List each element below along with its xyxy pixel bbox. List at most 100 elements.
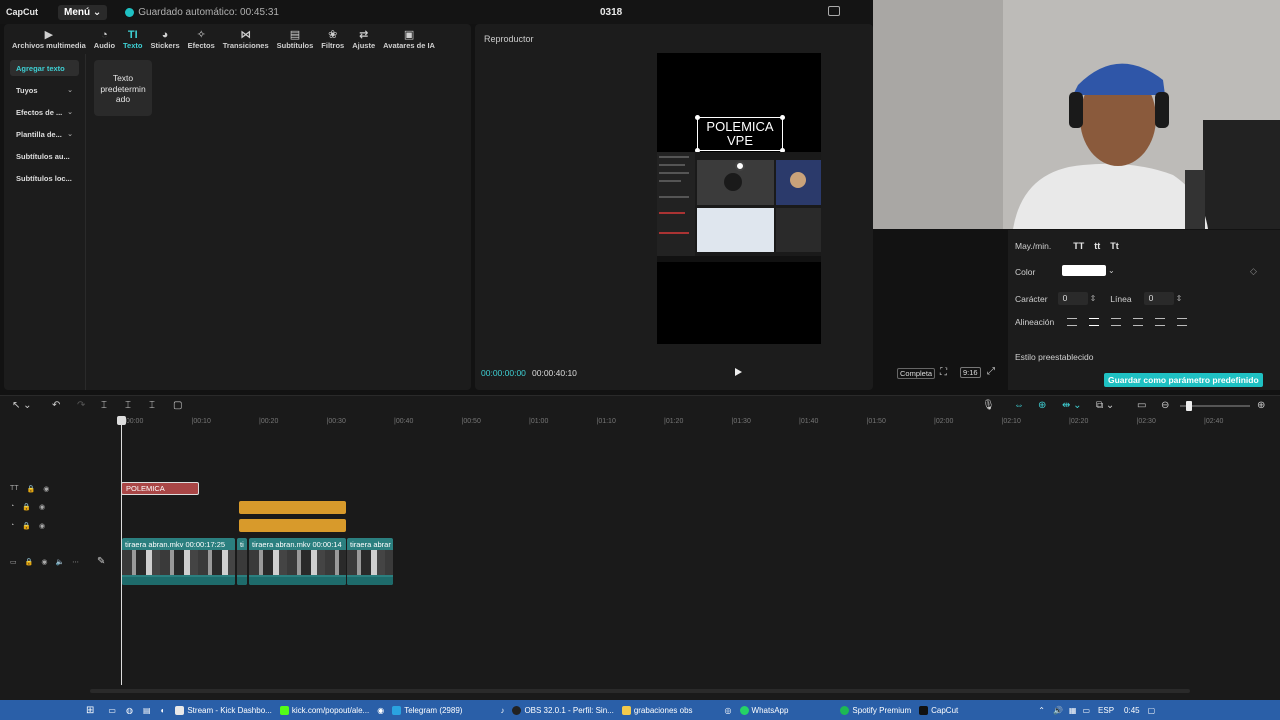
eye-icon[interactable]: ◉ [39, 503, 45, 511]
tray-chevron-icon[interactable]: ⌃ [1038, 706, 1045, 715]
taskbar-app-icon[interactable]: ◍ [126, 706, 133, 715]
lock-icon[interactable]: 🔒 [22, 503, 31, 511]
video-clip[interactable]: tiraera abran.mkv 00:00:14 [249, 538, 346, 585]
default-text-card[interactable]: Texto predetermin ado [94, 60, 152, 116]
cover-edit-icon[interactable]: ✎ [97, 556, 105, 567]
microphone-icon[interactable]: 🎙 [982, 400, 995, 411]
taskbar-item[interactable]: CapCut [919, 705, 958, 715]
tool-adjust[interactable]: ⇄ Ajuste [348, 24, 379, 52]
lock-icon[interactable]: 🔒 [27, 485, 36, 493]
taskbar-item[interactable]: Stream - Kick Dashbo... [175, 705, 272, 715]
video-clip[interactable]: ti [237, 538, 247, 585]
stepper-icon[interactable]: ⇕ [1090, 294, 1097, 303]
fullscreen-icon[interactable]: ⤢ [987, 366, 995, 377]
taskbar-app-icon[interactable]: ◐ [161, 706, 166, 715]
windows-start-icon[interactable]: ⊞ [86, 705, 94, 716]
menu-button[interactable]: Menú ⌄ [58, 4, 108, 20]
sidebar-item-local-subtitles[interactable]: Subtítulos loc... [10, 170, 79, 186]
split-right-icon[interactable]: ⌶ [149, 400, 155, 411]
uppercase-button[interactable]: TT [1073, 241, 1084, 251]
delete-icon[interactable]: ▢ [173, 400, 182, 411]
resize-handle[interactable] [695, 115, 700, 120]
taskbar-item[interactable]: Telegram (2989) [392, 705, 462, 715]
project-title[interactable]: 0318 [600, 7, 622, 18]
eye-icon[interactable]: ◉ [43, 485, 49, 493]
lowercase-button[interactable]: tt [1094, 241, 1100, 251]
tiktok-icon[interactable]: ♪ [500, 706, 504, 715]
align-center-icon[interactable] [1089, 318, 1100, 326]
tool-subtitles[interactable]: ▤ Subtítulos [273, 24, 318, 52]
char-spacing-input[interactable]: 0 [1057, 292, 1088, 305]
magnet-icon[interactable]: ⇔ [1014, 400, 1024, 411]
resize-handle[interactable] [780, 115, 785, 120]
tool-filters[interactable]: ❀ Filtros [317, 24, 348, 52]
playhead[interactable] [121, 420, 122, 685]
line-spacing-input[interactable]: 0 [1143, 292, 1174, 305]
zoom-slider-handle[interactable] [1186, 401, 1192, 411]
timeline-scrollbar[interactable] [90, 689, 1190, 693]
sidebar-item-text-effects[interactable]: Efectos de ... ⌄ [10, 104, 79, 120]
taskbar-app-icon[interactable]: ▤ [143, 706, 151, 715]
taskbar-item[interactable]: Spotify Premium [840, 705, 911, 715]
eye-icon[interactable]: ◉ [39, 522, 45, 530]
align-left-icon[interactable] [1067, 318, 1078, 326]
tool-audio[interactable]: ◔ Audio [90, 24, 119, 52]
caption-icon[interactable]: ▭ [1137, 400, 1146, 411]
tool-effects[interactable]: ✧ Efectos [184, 24, 219, 52]
tool-transitions[interactable]: ⋈ Transiciones [219, 24, 273, 52]
rotate-handle-icon[interactable] [735, 161, 745, 171]
fit-icon[interactable]: ⛶ [940, 367, 947, 378]
audio-icon[interactable]: 🔈 [55, 558, 64, 566]
play-icon[interactable] [735, 368, 742, 376]
align-top-icon[interactable] [1133, 318, 1144, 326]
text-overlay[interactable]: POLEMICA VPE [695, 115, 785, 153]
lock-icon[interactable]: 🔒 [22, 522, 31, 530]
playhead-handle[interactable] [117, 416, 126, 425]
align-right-icon[interactable] [1111, 318, 1122, 326]
lock-icon[interactable]: 🔒 [25, 558, 34, 566]
discord-icon[interactable]: ◉ [377, 706, 384, 715]
snap-icon[interactable]: ⇹ ⌄ [1062, 400, 1082, 411]
clock[interactable]: 0:45 [1124, 706, 1140, 715]
color-picker[interactable] [1062, 265, 1106, 276]
chevron-down-icon[interactable]: ⌄ [1108, 266, 1115, 275]
sidebar-item-auto-subtitles[interactable]: Subtítulos au... [10, 148, 79, 164]
time-ruler[interactable]: |00:00 |00:10 |00:20 |00:30 |00:40 |00:50 |01:… [122, 418, 1280, 430]
notifications-icon[interactable]: ▢ [1148, 706, 1156, 715]
instagram-icon[interactable]: ◎ [725, 706, 732, 715]
aspect-ratio-button[interactable]: 9:16 [960, 367, 981, 378]
keyframe-icon[interactable]: ◇ [1250, 266, 1257, 277]
video-clip[interactable]: tiraera abran.mkv 00:00:17:25 [122, 538, 235, 585]
network-icon[interactable]: ▦ [1069, 706, 1077, 715]
stepper-icon[interactable]: ⇕ [1176, 294, 1183, 303]
titlecase-button[interactable]: Tt [1110, 241, 1119, 251]
undo-icon[interactable]: ↶ [52, 400, 60, 411]
align-middle-icon[interactable] [1155, 318, 1166, 326]
zoom-out-icon[interactable]: ⊖ [1161, 400, 1169, 411]
preview-axis-icon[interactable]: ⧉ ⌄ [1096, 400, 1114, 411]
save-preset-button[interactable]: Guardar como parámetro predefinido [1104, 373, 1263, 387]
taskbar-item[interactable]: OBS 32.0.1 - Perfil: Sin... [512, 705, 614, 715]
sidebar-item-yours[interactable]: Tuyos ⌄ [10, 82, 79, 98]
taskbar-app-icon[interactable]: ▭ [108, 706, 116, 715]
align-bottom-icon[interactable] [1177, 318, 1188, 326]
select-cursor-icon[interactable]: ↖ ⌄ [12, 400, 32, 411]
sticker-clip[interactable] [239, 501, 346, 514]
eye-icon[interactable]: ◉ [41, 558, 47, 566]
video-clip[interactable]: tiraera abrar [347, 538, 393, 585]
zoom-in-icon[interactable]: ⊕ [1257, 400, 1265, 411]
split-left-icon[interactable]: ⌶ [125, 400, 131, 411]
layout-icon[interactable] [828, 6, 840, 16]
language-indicator[interactable]: ESP [1098, 706, 1114, 715]
tool-ai-avatars[interactable]: ▣ Avatares de IA [379, 24, 439, 52]
taskbar-item[interactable]: grabaciones obs [621, 705, 693, 715]
text-clip[interactable]: POLEMICA [121, 482, 199, 495]
sticker-clip[interactable] [239, 519, 346, 532]
preview-canvas[interactable]: POLEMICA VPE [657, 53, 821, 344]
taskbar-item[interactable]: WhatsApp [739, 705, 788, 715]
sidebar-item-templates[interactable]: Plantilla de... ⌄ [10, 126, 79, 142]
split-icon[interactable]: ⌶ [101, 400, 107, 411]
tool-stickers[interactable]: ◕ Stickers [146, 24, 183, 52]
full-quality-button[interactable]: Completa [897, 368, 936, 379]
sidebar-item-add-text[interactable]: Agregar texto [10, 60, 79, 76]
